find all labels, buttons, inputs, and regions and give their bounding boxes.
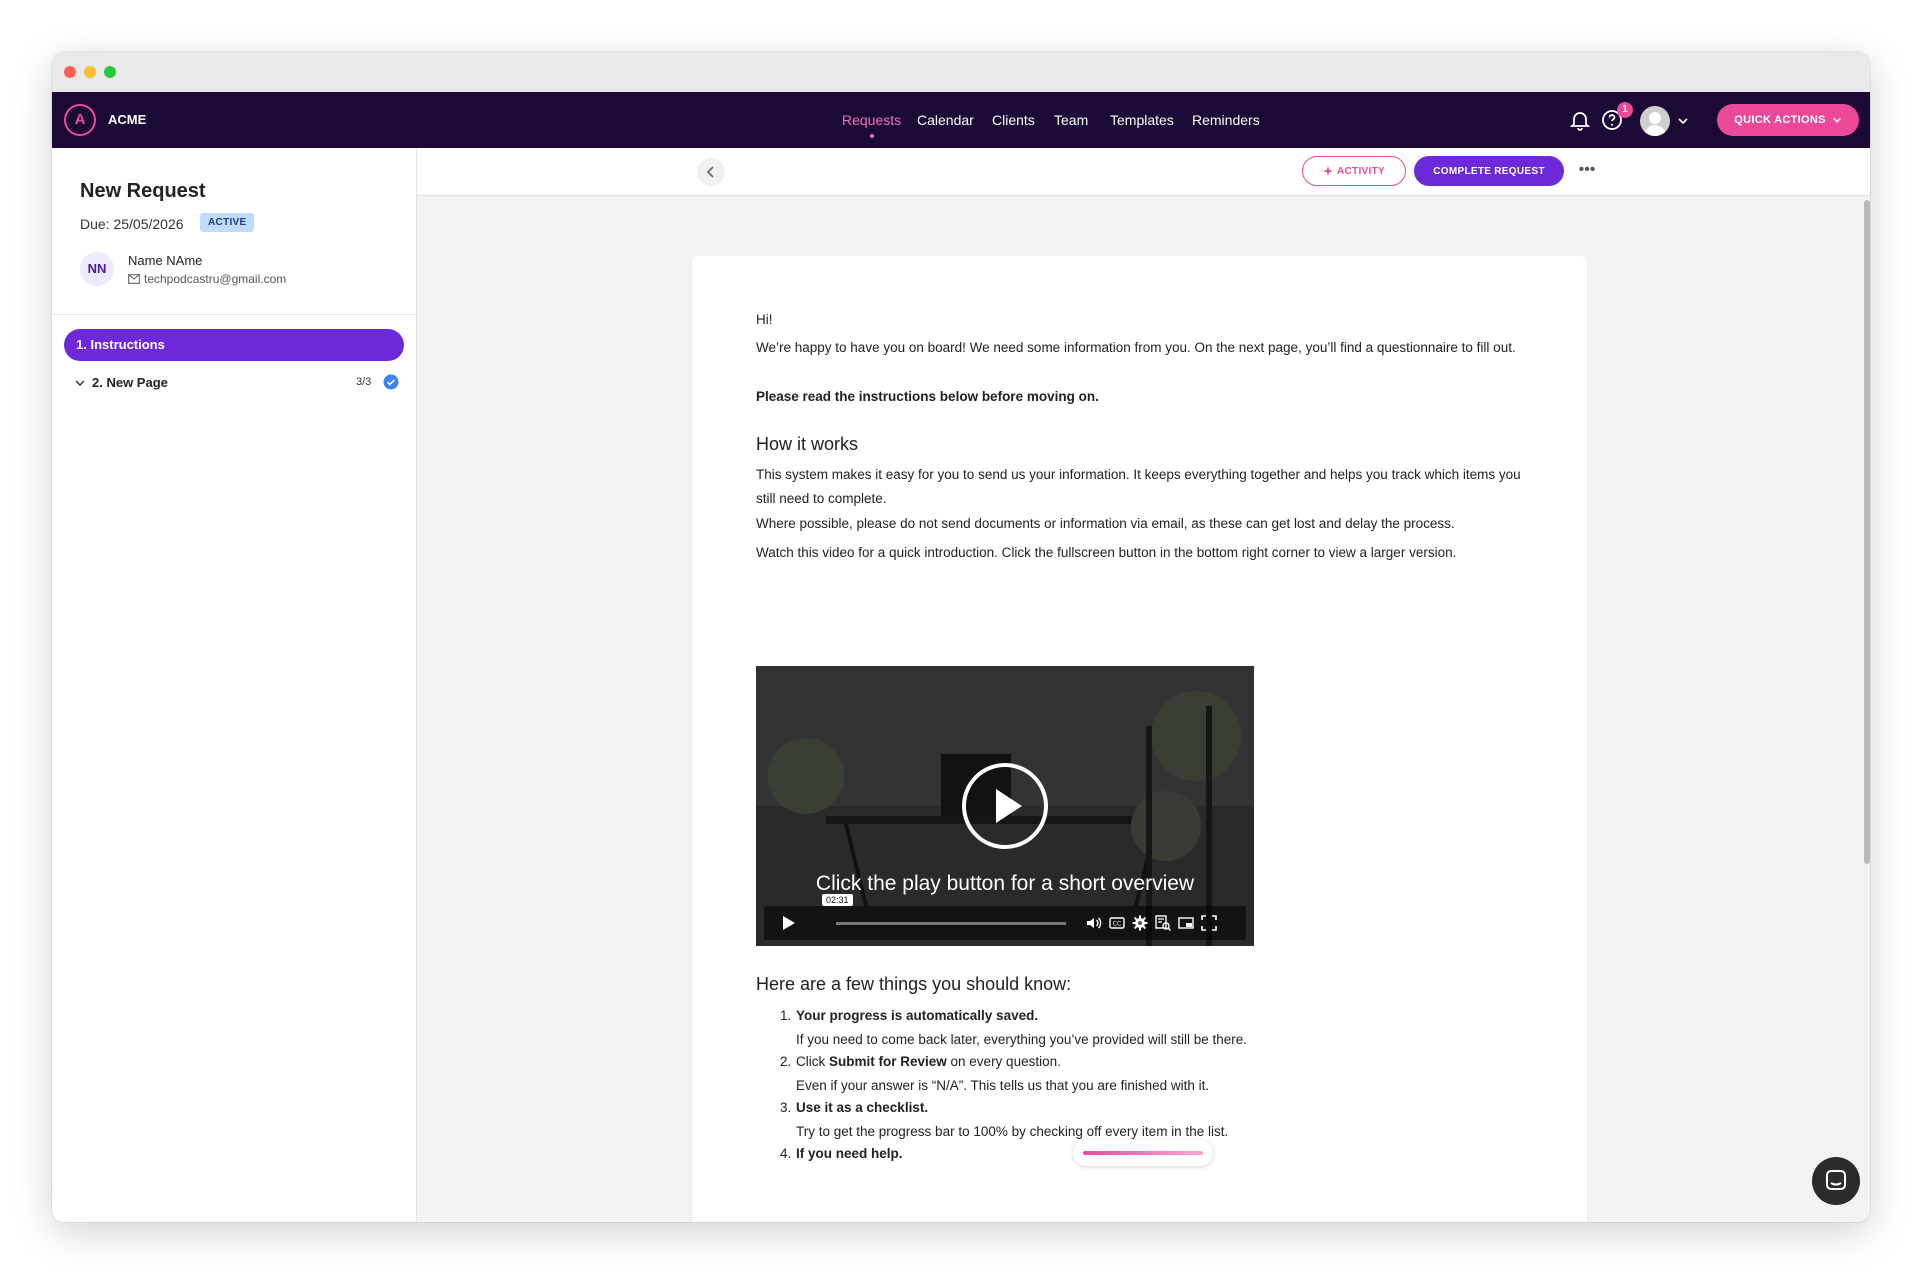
chevron-down-icon (1832, 117, 1841, 123)
progress-bar-fill (1083, 1151, 1203, 1155)
quick-actions-label: QUICK ACTIONS (1734, 114, 1826, 126)
step-instructions[interactable]: 1. Instructions (64, 329, 404, 361)
things-to-know-heading: Here are a few things you should know: (756, 974, 1072, 994)
greeting-text: Hi! (756, 312, 773, 327)
captions-icon[interactable]: CC (1109, 915, 1125, 931)
video-controls: CC (764, 906, 1246, 940)
intro-text: We’re happy to have you on board! We nee… (756, 340, 1516, 355)
nav-calendar[interactable]: Calendar (917, 112, 974, 128)
video-caption: Click the play button for a short overvi… (815, 872, 1195, 895)
client-email: techpodcastru@gmail.com (128, 272, 286, 286)
sparkle-icon (1323, 166, 1334, 176)
status-badge: ACTIVE (200, 213, 255, 232)
content-toolbar: ACTIVITY COMPLETE REQUEST ••• (417, 148, 1870, 196)
read-note: Please read the instructions below befor… (756, 389, 1099, 404)
fullscreen-icon[interactable] (1201, 915, 1217, 931)
chevron-down-icon[interactable] (1677, 114, 1689, 126)
sidebar-divider (52, 314, 416, 315)
client-name: Name NAme (128, 253, 203, 268)
how-paragraph-1: This system makes it easy for you to sen… (756, 467, 1521, 506)
volume-icon[interactable] (1086, 915, 1102, 931)
back-button[interactable] (697, 158, 725, 186)
step-new-page-count: 3/3 (356, 376, 372, 388)
client-email-text: techpodcastru@gmail.com (144, 272, 287, 286)
acme-logo-icon[interactable]: A (64, 104, 96, 136)
scrollbar-thumb[interactable] (1864, 200, 1870, 864)
chat-icon (1826, 1170, 1846, 1190)
request-sidebar: New Request Due: 25/05/2026 ACTIVE NN Na… (52, 148, 417, 1222)
list-number: 2. (780, 1054, 792, 1069)
activity-label: ACTIVITY (1337, 165, 1385, 177)
list-item-post: on every question. (946, 1054, 1061, 1069)
more-options-icon[interactable]: ••• (1575, 160, 1599, 184)
nav-team[interactable]: Team (1054, 112, 1088, 128)
chat-launcher-button[interactable] (1812, 1157, 1860, 1205)
list-item-title: Use it as a checklist. (796, 1100, 929, 1115)
content-scrollbar[interactable] (1864, 196, 1870, 1222)
nav-clients[interactable]: Clients (992, 112, 1035, 128)
play-icon[interactable] (780, 915, 796, 931)
intro-video-player[interactable]: Click the play button for a short overvi… (756, 666, 1254, 946)
how-paragraph-2: Where possible, please do not send docum… (756, 516, 1455, 531)
list-item-detail: If you need to come back later, everythi… (796, 1032, 1247, 1047)
list-item-title: Your progress is automatically saved. (796, 1008, 1039, 1023)
list-number: 3. (780, 1100, 792, 1115)
how-it-works-heading: How it works (756, 434, 859, 454)
step-new-page[interactable]: 2. New Page 3/3 (64, 368, 404, 398)
top-navbar: A ACME Requests Calendar Clients Team Te… (52, 92, 1870, 148)
minimize-window-button[interactable] (84, 66, 96, 78)
list-item: Click Submit for Review on every questio… (796, 1050, 1536, 1098)
client-avatar: NN (80, 252, 114, 286)
bell-icon[interactable] (1568, 108, 1592, 132)
list-item-title: Submit for Review (829, 1054, 947, 1069)
svg-text:CC: CC (1113, 921, 1121, 928)
chevron-down-icon[interactable] (74, 377, 86, 389)
quick-actions-button[interactable]: QUICK ACTIONS (1717, 104, 1859, 136)
activity-button[interactable]: ACTIVITY (1302, 156, 1406, 186)
request-title: New Request (80, 180, 206, 202)
nav-reminders[interactable]: Reminders (1192, 112, 1260, 128)
close-window-button[interactable] (64, 66, 76, 78)
list-item-pre: Click (796, 1054, 829, 1069)
video-seek-bar[interactable] (836, 922, 1066, 925)
app-window: A ACME Requests Calendar Clients Team Te… (52, 52, 1870, 1222)
verified-check-icon (383, 374, 399, 390)
list-item: Use it as a checklist. Try to get the pr… (796, 1096, 1536, 1144)
due-date: Due: 25/05/2026 (80, 216, 184, 232)
transcript-search-icon[interactable] (1155, 915, 1171, 931)
progress-indicator (1073, 1140, 1213, 1166)
help-badge: 1 (1617, 102, 1633, 118)
list-item-detail: Try to get the progress bar to 100% by c… (796, 1124, 1229, 1139)
settings-gear-icon[interactable] (1132, 915, 1148, 931)
window-titlebar (52, 52, 1870, 92)
instructions-card: Hi! We’re happy to have you on board! We… (692, 256, 1587, 1222)
list-number: 4. (780, 1146, 792, 1161)
video-time-tooltip: 02:31 (822, 894, 853, 906)
play-button-large[interactable] (962, 763, 1048, 849)
main-content: ACTIVITY COMPLETE REQUEST ••• Hi! We’re … (417, 148, 1870, 1222)
nav-requests[interactable]: Requests (842, 112, 901, 138)
list-item-detail: Even if your answer is “N/A”. This tells… (796, 1078, 1210, 1093)
picture-in-picture-icon[interactable] (1178, 915, 1194, 931)
chevron-left-icon (706, 166, 714, 178)
play-icon (996, 789, 1022, 823)
user-avatar[interactable] (1640, 106, 1670, 136)
step-new-page-label: 2. New Page (92, 375, 168, 390)
how-paragraph-3: Watch this video for a quick introductio… (756, 545, 1457, 560)
list-item-title: If you need help. (796, 1146, 903, 1161)
list-item: Your progress is automatically saved. If… (796, 1004, 1536, 1052)
brand-name: ACME (108, 112, 147, 127)
list-number: 1. (780, 1008, 792, 1023)
maximize-window-button[interactable] (104, 66, 116, 78)
nav-templates[interactable]: Templates (1110, 112, 1174, 128)
complete-request-button[interactable]: COMPLETE REQUEST (1414, 156, 1564, 186)
mail-icon (128, 274, 140, 284)
